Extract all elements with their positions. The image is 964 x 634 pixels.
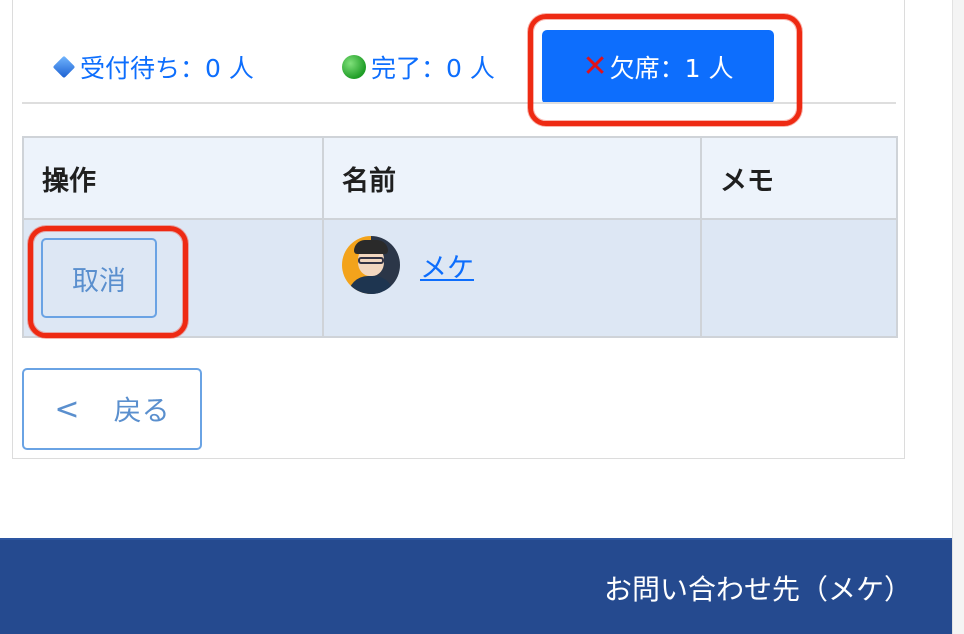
member-name-link[interactable]: メケ xyxy=(408,246,474,285)
member: メケ xyxy=(342,236,700,294)
tab-waiting-label: 受付待ち：0 人 xyxy=(80,54,254,83)
tab-done-label: 完了：0 人 xyxy=(371,54,495,83)
contact-link[interactable]: お問い合わせ先（メケ） xyxy=(604,568,912,608)
back-button[interactable]: < 戻る xyxy=(22,368,202,450)
table-row: 取消 メケ xyxy=(22,218,898,338)
chevron-left-icon: < xyxy=(54,391,80,427)
memo-cell xyxy=(700,218,898,338)
attendee-table: 操作 名前 メモ 取消 メケ xyxy=(22,136,898,338)
column-header-name: 名前 xyxy=(322,136,702,220)
green-circle-icon xyxy=(342,55,369,79)
table-header-row: 操作 名前 メモ xyxy=(22,136,898,220)
column-header-action: 操作 xyxy=(22,136,324,220)
status-tabs: 受付待ち：0 人 完了：0 人 ✕ 欠席：1 人 xyxy=(22,30,896,104)
tab-absent-label: 欠席：1 人 xyxy=(609,54,734,83)
tab-done[interactable]: 完了：0 人 xyxy=(342,30,495,104)
red-cross-icon: ✕ xyxy=(582,49,608,84)
name-cell: メケ xyxy=(322,218,702,338)
tabs-divider xyxy=(22,102,896,104)
avatar xyxy=(342,236,400,294)
blue-diamond-icon xyxy=(52,55,78,79)
column-header-memo: メモ xyxy=(700,136,898,220)
tab-waiting[interactable]: 受付待ち：0 人 xyxy=(52,30,254,104)
footer: お問い合わせ先（メケ） xyxy=(0,538,952,634)
scrollbar-track[interactable] xyxy=(952,0,964,634)
back-button-label: 戻る xyxy=(113,394,170,427)
tab-absent[interactable]: ✕ 欠席：1 人 xyxy=(542,30,774,104)
cancel-button[interactable]: 取消 xyxy=(41,238,157,318)
action-cell: 取消 xyxy=(22,218,324,338)
